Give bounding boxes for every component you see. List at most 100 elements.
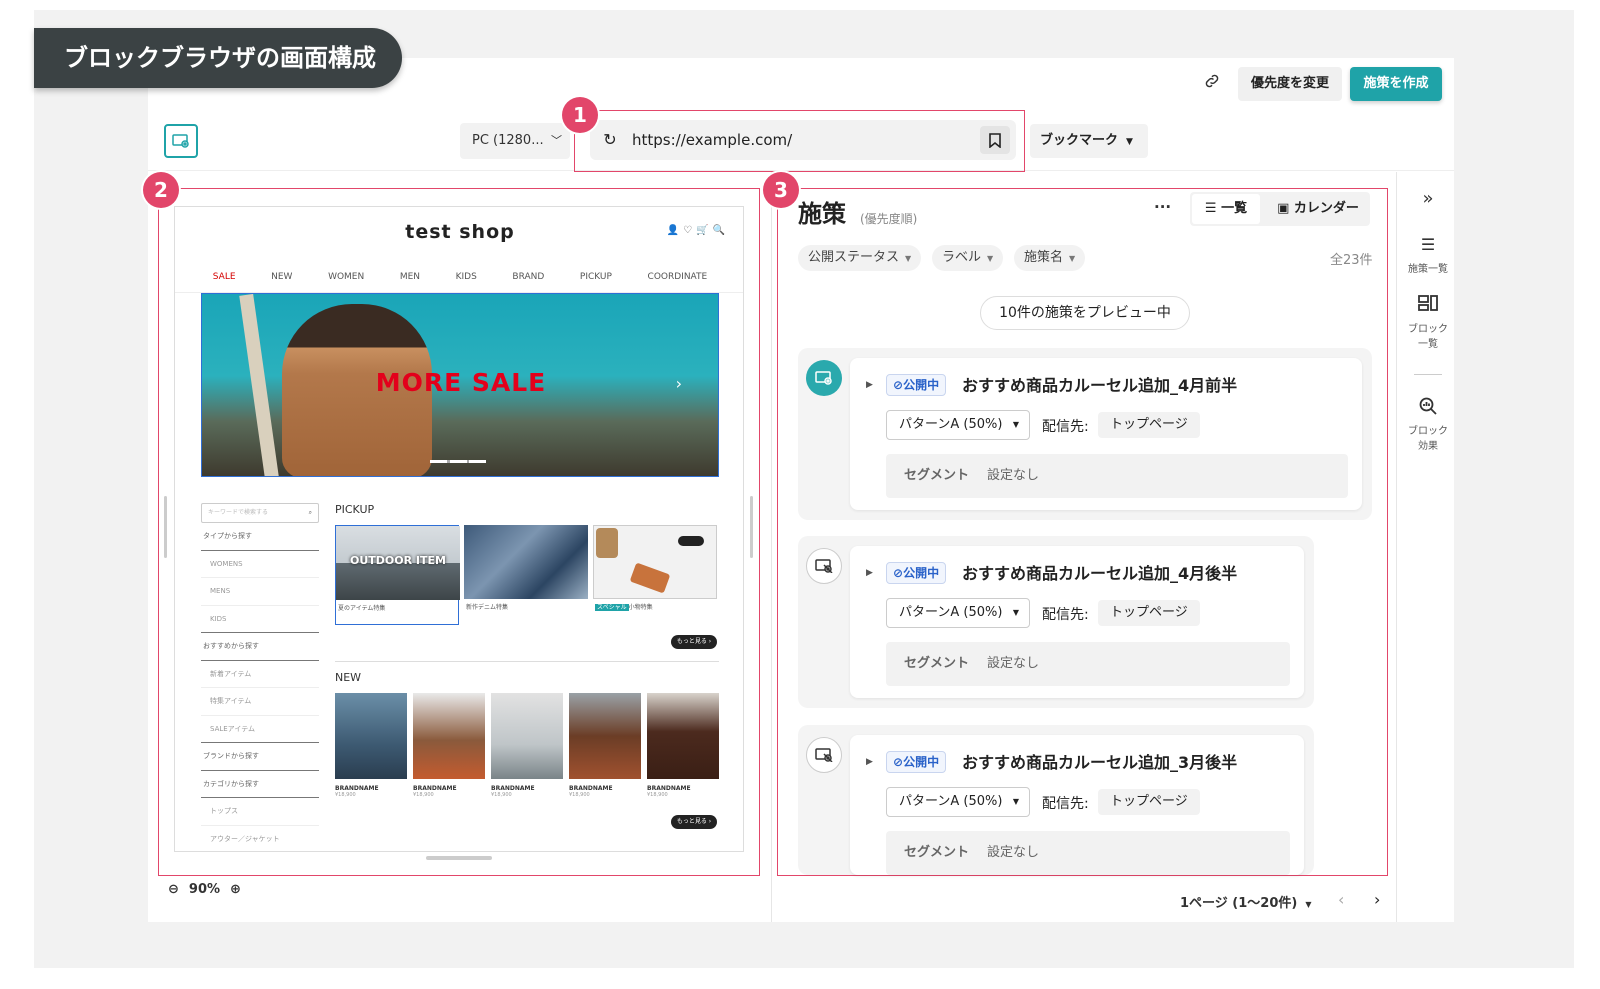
- view-list-button[interactable]: ☰ 一覧: [1192, 194, 1260, 224]
- zoom-out-icon[interactable]: ⊖: [168, 882, 179, 897]
- pagination-select[interactable]: 1ページ (1～20件) ▼: [1180, 892, 1312, 911]
- preview-scrollbar-vertical[interactable]: [750, 496, 753, 558]
- site-side-menu-item[interactable]: MENS: [201, 578, 319, 606]
- new-item-brand: BRANDNAME: [491, 785, 535, 792]
- caret-down-icon: ▼: [1012, 608, 1019, 617]
- site-side-menu-item[interactable]: おすすめから探す: [201, 633, 319, 661]
- site-side-menu-item[interactable]: SALEアイテム: [201, 716, 319, 743]
- rail-item-block-effect[interactable]: ブロック 効果: [1400, 396, 1456, 452]
- site-nav-item[interactable]: SALE: [213, 272, 236, 282]
- reload-icon[interactable]: ↻: [598, 128, 622, 152]
- caret-down-icon: ▼: [1126, 137, 1133, 147]
- new-item-price: ¥18,900: [335, 792, 356, 798]
- change-priority-button[interactable]: 優先度を変更: [1238, 67, 1342, 101]
- chevron-right-icon[interactable]: ›: [676, 374, 682, 393]
- new-item-price: ¥18,900: [647, 792, 668, 798]
- status-badge-label: 公開中: [903, 378, 940, 392]
- rail-collapse-button[interactable]: »: [1400, 188, 1456, 209]
- new-item[interactable]: BRANDNAME ¥18,900: [413, 693, 485, 798]
- site-side-menu-item[interactable]: KIDS: [201, 606, 319, 633]
- link-icon[interactable]: [1200, 72, 1224, 96]
- new-item[interactable]: BRANDNAME ¥18,900: [335, 693, 407, 798]
- view-calendar-button[interactable]: ▣ カレンダー: [1270, 194, 1366, 224]
- pattern-select-value: パターンA (50%): [899, 794, 1003, 809]
- preview-on-icon[interactable]: [806, 360, 842, 396]
- site-side-menu-item[interactable]: 特集アイテム: [201, 688, 319, 716]
- filter-label[interactable]: ラベル ▼: [932, 245, 1004, 271]
- chevron-right-icon[interactable]: ›: [1374, 890, 1380, 909]
- view-list-label: 一覧: [1221, 201, 1248, 216]
- expand-triangle-icon[interactable]: ▶: [866, 757, 873, 767]
- caret-down-icon: ▼: [1069, 254, 1076, 263]
- caret-down-icon: ▼: [987, 254, 994, 263]
- site-nav-item[interactable]: PICKUP: [580, 272, 612, 282]
- segment-row: セグメント 設定なし: [886, 642, 1290, 686]
- preview-scrollbar-horizontal[interactable]: [426, 856, 492, 860]
- site-side-menu-item[interactable]: ブランドから探す: [201, 743, 319, 771]
- site-search-input[interactable]: キーワードで検索する ⌕: [201, 503, 319, 523]
- carousel-dots[interactable]: [430, 460, 486, 463]
- new-item[interactable]: BRANDNAME ¥18,900: [569, 693, 641, 798]
- pickup-item[interactable]: 新作デニム特集: [464, 525, 588, 625]
- create-campaign-button[interactable]: 施策を作成: [1350, 67, 1442, 101]
- rail-item-block-list[interactable]: ブロック 一覧: [1400, 294, 1456, 350]
- campaign-name[interactable]: おすすめ商品カルーセル追加_4月後半: [962, 560, 1237, 584]
- filter-status[interactable]: 公開ステータス ▼: [798, 245, 922, 271]
- more-button[interactable]: もっと見る ›: [671, 815, 717, 829]
- campaign-name[interactable]: おすすめ商品カルーセル追加_4月前半: [962, 372, 1237, 396]
- pattern-select[interactable]: パターンA (50%) ▼: [886, 410, 1030, 440]
- pickup-item[interactable]: OUTDOOR ITEM 夏のアイテム特集: [335, 525, 460, 625]
- rail-item-campaign-list[interactable]: ☰ 施策一覧: [1400, 234, 1456, 275]
- pickup-item[interactable]: スペシャル 小物特集: [593, 525, 717, 625]
- site-side-menu-item[interactable]: トップス: [201, 798, 319, 826]
- site-side-menu-item[interactable]: WOMENS: [201, 551, 319, 578]
- bookmark-add-button[interactable]: [980, 126, 1010, 154]
- site-nav-item[interactable]: WOMEN: [328, 272, 364, 282]
- new-item[interactable]: BRANDNAME ¥18,900: [491, 693, 563, 798]
- caret-down-icon: ▼: [905, 254, 912, 263]
- toolbar-divider: [148, 170, 1454, 171]
- site-preview[interactable]: test shop 👤♡🛒🔍 SALE NEW WOMEN MEN KIDS B…: [174, 206, 744, 852]
- campaign-card[interactable]: ▶ ⊘公開中 おすすめ商品カルーセル追加_3月後半 パターンA (50%) ▼ 配信先: ト…: [850, 735, 1304, 875]
- site-nav-item[interactable]: COORDINATE: [648, 272, 708, 282]
- preview-resize-handle[interactable]: [164, 496, 167, 558]
- campaign-name[interactable]: おすすめ商品カルーセル追加_3月後半: [962, 749, 1237, 773]
- preview-toggle-button[interactable]: [164, 124, 198, 158]
- site-nav-item[interactable]: KIDS: [456, 272, 477, 282]
- preview-count-pill[interactable]: 10件の施策をプレビュー中: [980, 296, 1190, 330]
- url-bar[interactable]: ↻ https://example.com/: [590, 120, 1016, 160]
- site-side-menu-item[interactable]: タイプから探す: [201, 523, 319, 551]
- site-side-menu-item[interactable]: アウター／ジャケット: [201, 826, 319, 852]
- campaign-card[interactable]: ▶ ⊘公開中 おすすめ商品カルーセル追加_4月後半 パターンA (50%) ▼ 配信先: ト…: [850, 546, 1304, 698]
- preview-off-icon[interactable]: [806, 548, 842, 584]
- campaign-card[interactable]: ▶ ⊘公開中 おすすめ商品カルーセル追加_4月前半 パターンA (50%) ▼ 配信先: ト…: [850, 358, 1362, 510]
- device-select[interactable]: PC (1280... ﹀: [460, 123, 570, 159]
- new-item-brand: BRANDNAME: [335, 785, 379, 792]
- distribution-label: 配信先:: [1042, 796, 1089, 812]
- new-item-image: [335, 693, 407, 779]
- url-input[interactable]: https://example.com/: [632, 120, 792, 160]
- segment-label: セグメント: [904, 845, 970, 860]
- hero-banner[interactable]: MORE SALE ›: [201, 293, 719, 477]
- bookmark-dropdown[interactable]: ブックマーク ▼: [1030, 124, 1148, 158]
- expand-triangle-icon[interactable]: ▶: [866, 380, 873, 390]
- site-nav-item[interactable]: NEW: [271, 272, 292, 282]
- new-item[interactable]: BRANDNAME ¥18,900: [647, 693, 719, 798]
- site-nav-item[interactable]: BRAND: [512, 272, 544, 282]
- pattern-select[interactable]: パターンA (50%) ▼: [886, 787, 1030, 817]
- pickup-sunglasses-image: [678, 536, 704, 546]
- site-side-menu-item[interactable]: 新着アイテム: [201, 661, 319, 688]
- more-button[interactable]: もっと見る ›: [671, 635, 717, 649]
- chevron-left-icon[interactable]: ‹: [1338, 890, 1344, 909]
- status-badge-label: 公開中: [903, 755, 940, 769]
- site-nav-item[interactable]: MEN: [400, 272, 420, 282]
- pickup-overlay-text: OUTDOOR ITEM: [350, 554, 446, 567]
- pagination-label: 1ページ (1～20件): [1180, 896, 1298, 911]
- zoom-in-icon[interactable]: ⊕: [230, 882, 241, 897]
- site-side-menu-item[interactable]: カテゴリから探す: [201, 771, 319, 798]
- preview-off-icon[interactable]: [806, 737, 842, 773]
- filter-name[interactable]: 施策名 ▼: [1014, 245, 1086, 271]
- more-options-icon[interactable]: ···: [1154, 198, 1171, 216]
- expand-triangle-icon[interactable]: ▶: [866, 568, 873, 578]
- pattern-select[interactable]: パターンA (50%) ▼: [886, 598, 1030, 628]
